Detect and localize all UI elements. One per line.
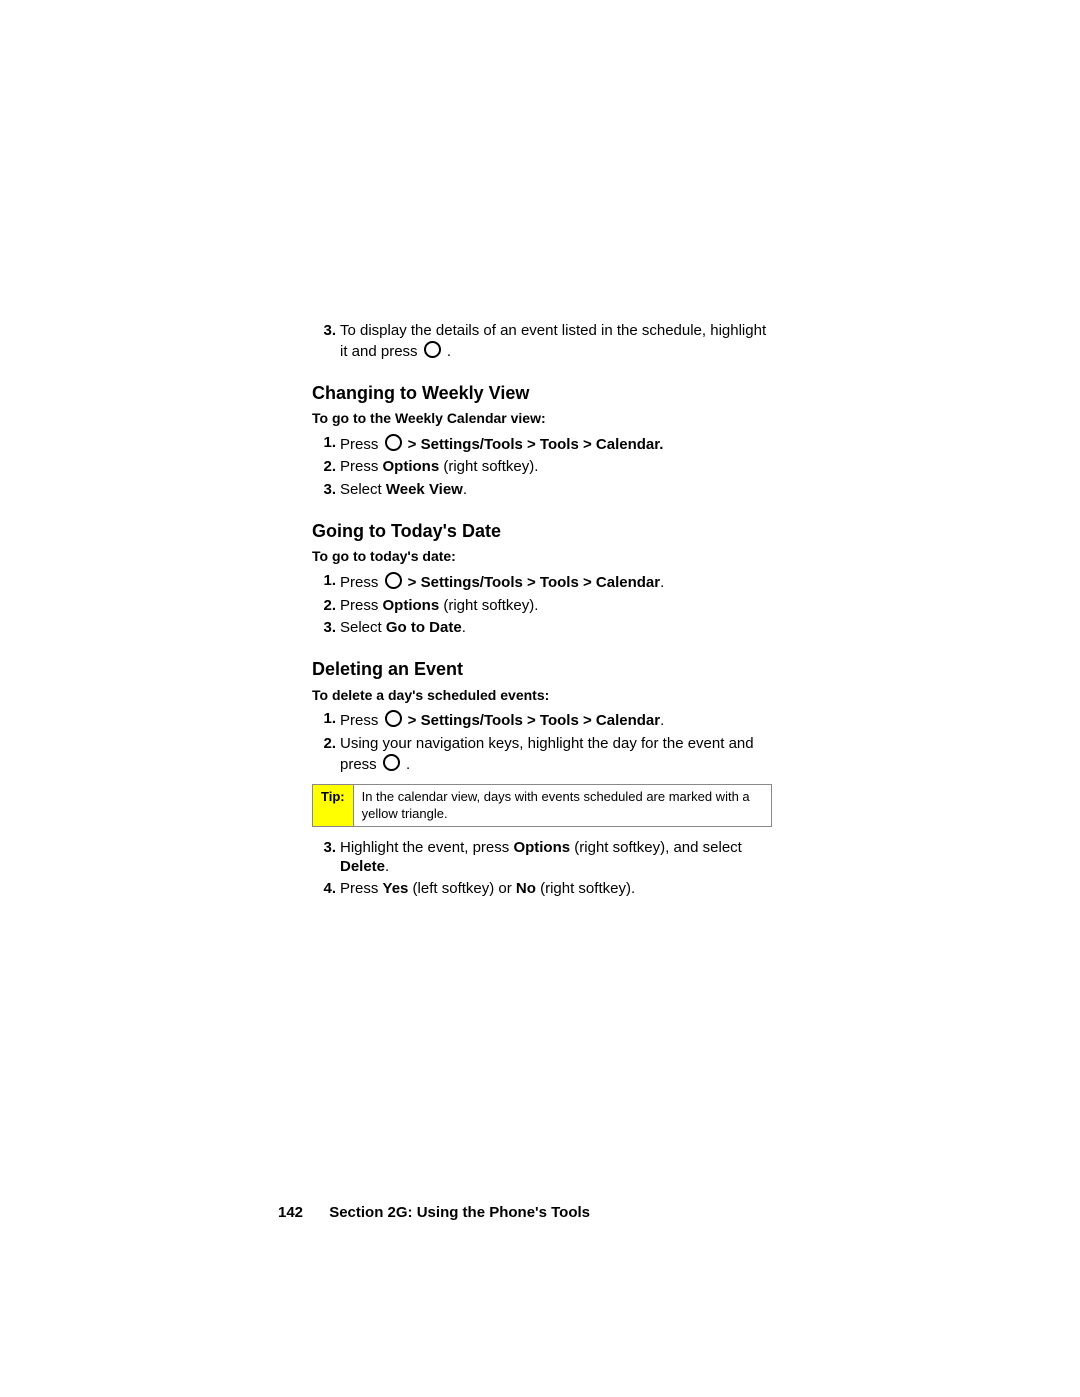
step-number: 3. xyxy=(312,619,336,638)
today-step-2: 2. Press Options (right softkey). xyxy=(312,597,772,616)
text: (right softkey), and select xyxy=(570,839,742,856)
delete-step-3: 3. Highlight the event, press Options (r… xyxy=(312,839,772,877)
delete-steps-b: 3. Highlight the event, press Options (r… xyxy=(312,839,772,899)
bold-text: > Settings/Tools > Tools > Calendar. xyxy=(404,436,664,453)
weekly-step-1: 1. Press > Settings/Tools > Tools > Cale… xyxy=(312,434,772,455)
delete-steps-a: 1. Press > Settings/Tools > Tools > Cale… xyxy=(312,710,772,774)
bold-text: Options xyxy=(513,839,570,856)
delete-step-2: 2. Using your navigation keys, highlight… xyxy=(312,735,772,775)
intro-step-3: 3. To display the details of an event li… xyxy=(312,322,772,362)
step-number: 3. xyxy=(312,322,336,341)
text: . xyxy=(660,574,664,591)
text: (right softkey). xyxy=(439,458,538,475)
bold-text: No xyxy=(516,880,536,897)
ok-key-icon xyxy=(424,341,441,358)
text: Press xyxy=(340,880,383,897)
today-steps: 1. Press > Settings/Tools > Tools > Cale… xyxy=(312,572,772,638)
text: Highlight the event, press xyxy=(340,839,513,856)
step-number: 3. xyxy=(312,481,336,500)
subhead-today: To go to today's date: xyxy=(312,548,772,566)
ok-key-icon xyxy=(383,754,400,771)
ok-key-icon xyxy=(385,710,402,727)
weekly-step-2: 2. Press Options (right softkey). xyxy=(312,458,772,477)
page-number: 142 xyxy=(278,1204,303,1221)
bold-text: Week View xyxy=(386,481,463,498)
section-label: Section 2G: Using the Phone's Tools xyxy=(329,1204,590,1221)
text: Select xyxy=(340,481,386,498)
delete-step-1: 1. Press > Settings/Tools > Tools > Cale… xyxy=(312,710,772,731)
tip-box: Tip: In the calendar view, days with eve… xyxy=(312,784,772,827)
text: Press xyxy=(340,574,383,591)
ok-key-icon xyxy=(385,572,402,589)
bold-text: Delete xyxy=(340,858,385,875)
bold-text: > Settings/Tools > Tools > Calendar xyxy=(404,712,661,729)
today-step-3: 3. Select Go to Date. xyxy=(312,619,772,638)
bold-text: Options xyxy=(383,597,440,614)
text: Press xyxy=(340,597,383,614)
step-number: 1. xyxy=(312,434,336,453)
text: Select xyxy=(340,619,386,636)
heading-todays-date: Going to Today's Date xyxy=(312,520,772,543)
today-step-1: 1. Press > Settings/Tools > Tools > Cale… xyxy=(312,572,772,593)
text: Press xyxy=(340,458,383,475)
text: (left softkey) or xyxy=(408,880,516,897)
step-number: 2. xyxy=(312,458,336,477)
step-number: 4. xyxy=(312,880,336,899)
step-number: 1. xyxy=(312,572,336,591)
page-footer: 142 Section 2G: Using the Phone's Tools xyxy=(278,1204,590,1221)
ok-key-icon xyxy=(385,434,402,451)
heading-weekly-view: Changing to Weekly View xyxy=(312,382,772,405)
bold-text: Options xyxy=(383,458,440,475)
text: . xyxy=(385,858,389,875)
text: Press xyxy=(340,436,383,453)
text: . xyxy=(463,481,467,498)
text: Press xyxy=(340,712,383,729)
step-number: 2. xyxy=(312,597,336,616)
text: (right softkey). xyxy=(439,597,538,614)
manual-page: 3. To display the details of an event li… xyxy=(0,0,1080,1397)
step-number: 3. xyxy=(312,839,336,858)
weekly-steps: 1. Press > Settings/Tools > Tools > Cale… xyxy=(312,434,772,500)
text: . xyxy=(660,712,664,729)
tip-text: In the calendar view, days with events s… xyxy=(354,785,771,826)
text: (right softkey). xyxy=(536,880,635,897)
bold-text: > Settings/Tools > Tools > Calendar xyxy=(404,574,661,591)
subhead-delete: To delete a day's scheduled events: xyxy=(312,687,772,705)
tip-label: Tip: xyxy=(313,785,354,826)
step-number: 2. xyxy=(312,735,336,754)
text: . xyxy=(402,756,410,773)
weekly-step-3: 3. Select Week View. xyxy=(312,481,772,500)
heading-deleting-event: Deleting an Event xyxy=(312,658,772,681)
bold-text: Yes xyxy=(383,880,409,897)
delete-step-4: 4. Press Yes (left softkey) or No (right… xyxy=(312,880,772,899)
text: To display the details of an event liste… xyxy=(340,322,766,360)
text: . xyxy=(443,343,451,360)
page-content: 3. To display the details of an event li… xyxy=(312,322,772,899)
bold-text: Go to Date xyxy=(386,619,462,636)
step-number: 1. xyxy=(312,710,336,729)
text: . xyxy=(462,619,466,636)
subhead-weekly: To go to the Weekly Calendar view: xyxy=(312,410,772,428)
intro-steps: 3. To display the details of an event li… xyxy=(312,322,772,362)
